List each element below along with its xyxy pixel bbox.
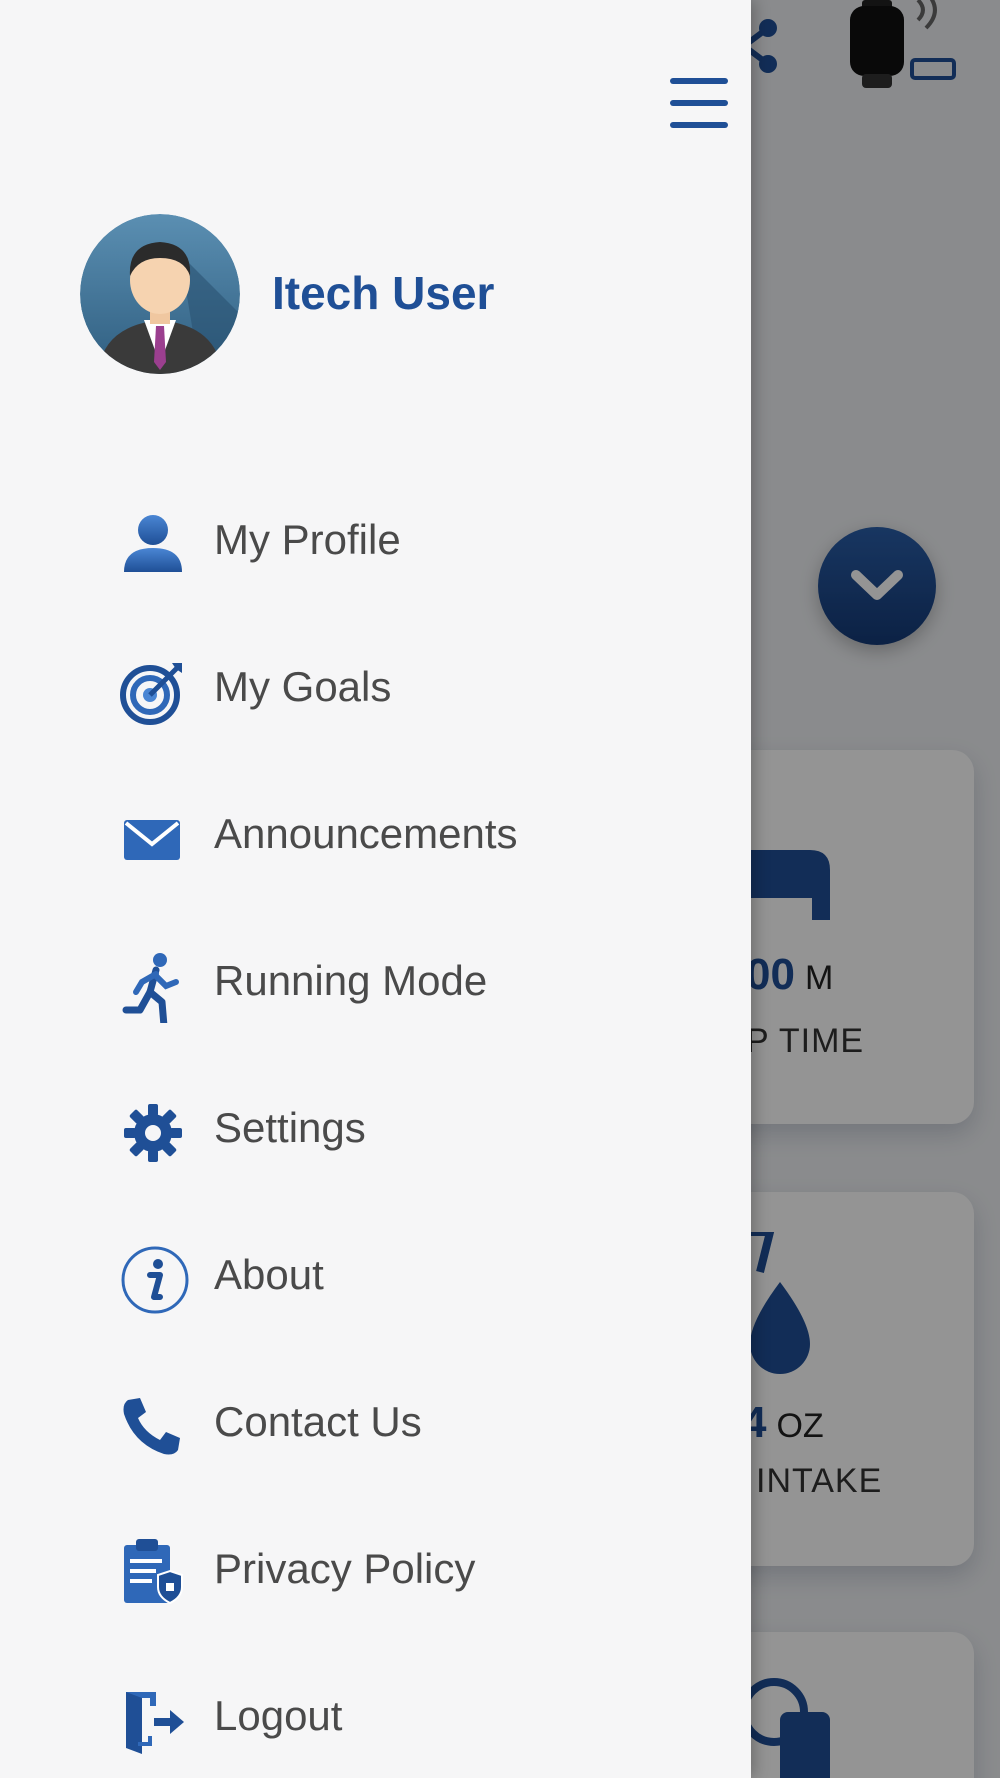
profile-header[interactable]: Itech User bbox=[80, 214, 680, 376]
menu-item-privacy-policy[interactable]: Privacy Policy bbox=[0, 1495, 751, 1642]
envelope-icon bbox=[124, 820, 180, 860]
info-icon bbox=[121, 1246, 189, 1314]
menu-item-my-profile[interactable]: My Profile bbox=[0, 466, 751, 613]
runner-icon bbox=[122, 953, 179, 1023]
user-icon bbox=[124, 515, 182, 572]
navigation-drawer: Itech User My Profile My Goals Announcem… bbox=[0, 0, 751, 1778]
menu-item-running-mode[interactable]: Running Mode bbox=[0, 907, 751, 1054]
menu-item-label: My Profile bbox=[214, 516, 401, 563]
menu-item-label: About bbox=[214, 1251, 324, 1298]
menu-item-label: Settings bbox=[214, 1104, 366, 1151]
menu-item-contact-us[interactable]: Contact Us bbox=[0, 1348, 751, 1495]
logout-door-icon bbox=[126, 1692, 184, 1754]
hamburger-menu-icon[interactable] bbox=[664, 74, 734, 132]
clipboard-shield-icon bbox=[124, 1539, 183, 1605]
menu-item-label: Logout bbox=[214, 1692, 343, 1739]
menu-item-label: Privacy Policy bbox=[214, 1545, 476, 1592]
phone-icon bbox=[123, 1398, 180, 1455]
menu-item-label: My Goals bbox=[214, 663, 392, 710]
menu-item-announcements[interactable]: Announcements bbox=[0, 760, 751, 907]
menu-item-label: Contact Us bbox=[214, 1398, 422, 1445]
menu-item-label: Announcements bbox=[214, 810, 518, 857]
user-name: Itech User bbox=[272, 267, 495, 319]
menu-item-my-goals[interactable]: My Goals bbox=[0, 613, 751, 760]
menu-item-settings[interactable]: Settings bbox=[0, 1054, 751, 1201]
menu-item-about[interactable]: About bbox=[0, 1201, 751, 1348]
avatar-icon bbox=[80, 214, 240, 374]
drawer-menu: My Profile My Goals Announcements Runnin… bbox=[0, 466, 751, 1778]
gear-icon bbox=[124, 1104, 182, 1162]
app-screen: 00 M P TIME 4 OZ INTAKE Itech User My Pr… bbox=[0, 0, 1000, 1778]
menu-item-logout[interactable]: Logout bbox=[0, 1642, 751, 1778]
target-icon bbox=[120, 663, 182, 725]
menu-item-label: Running Mode bbox=[214, 957, 488, 1004]
